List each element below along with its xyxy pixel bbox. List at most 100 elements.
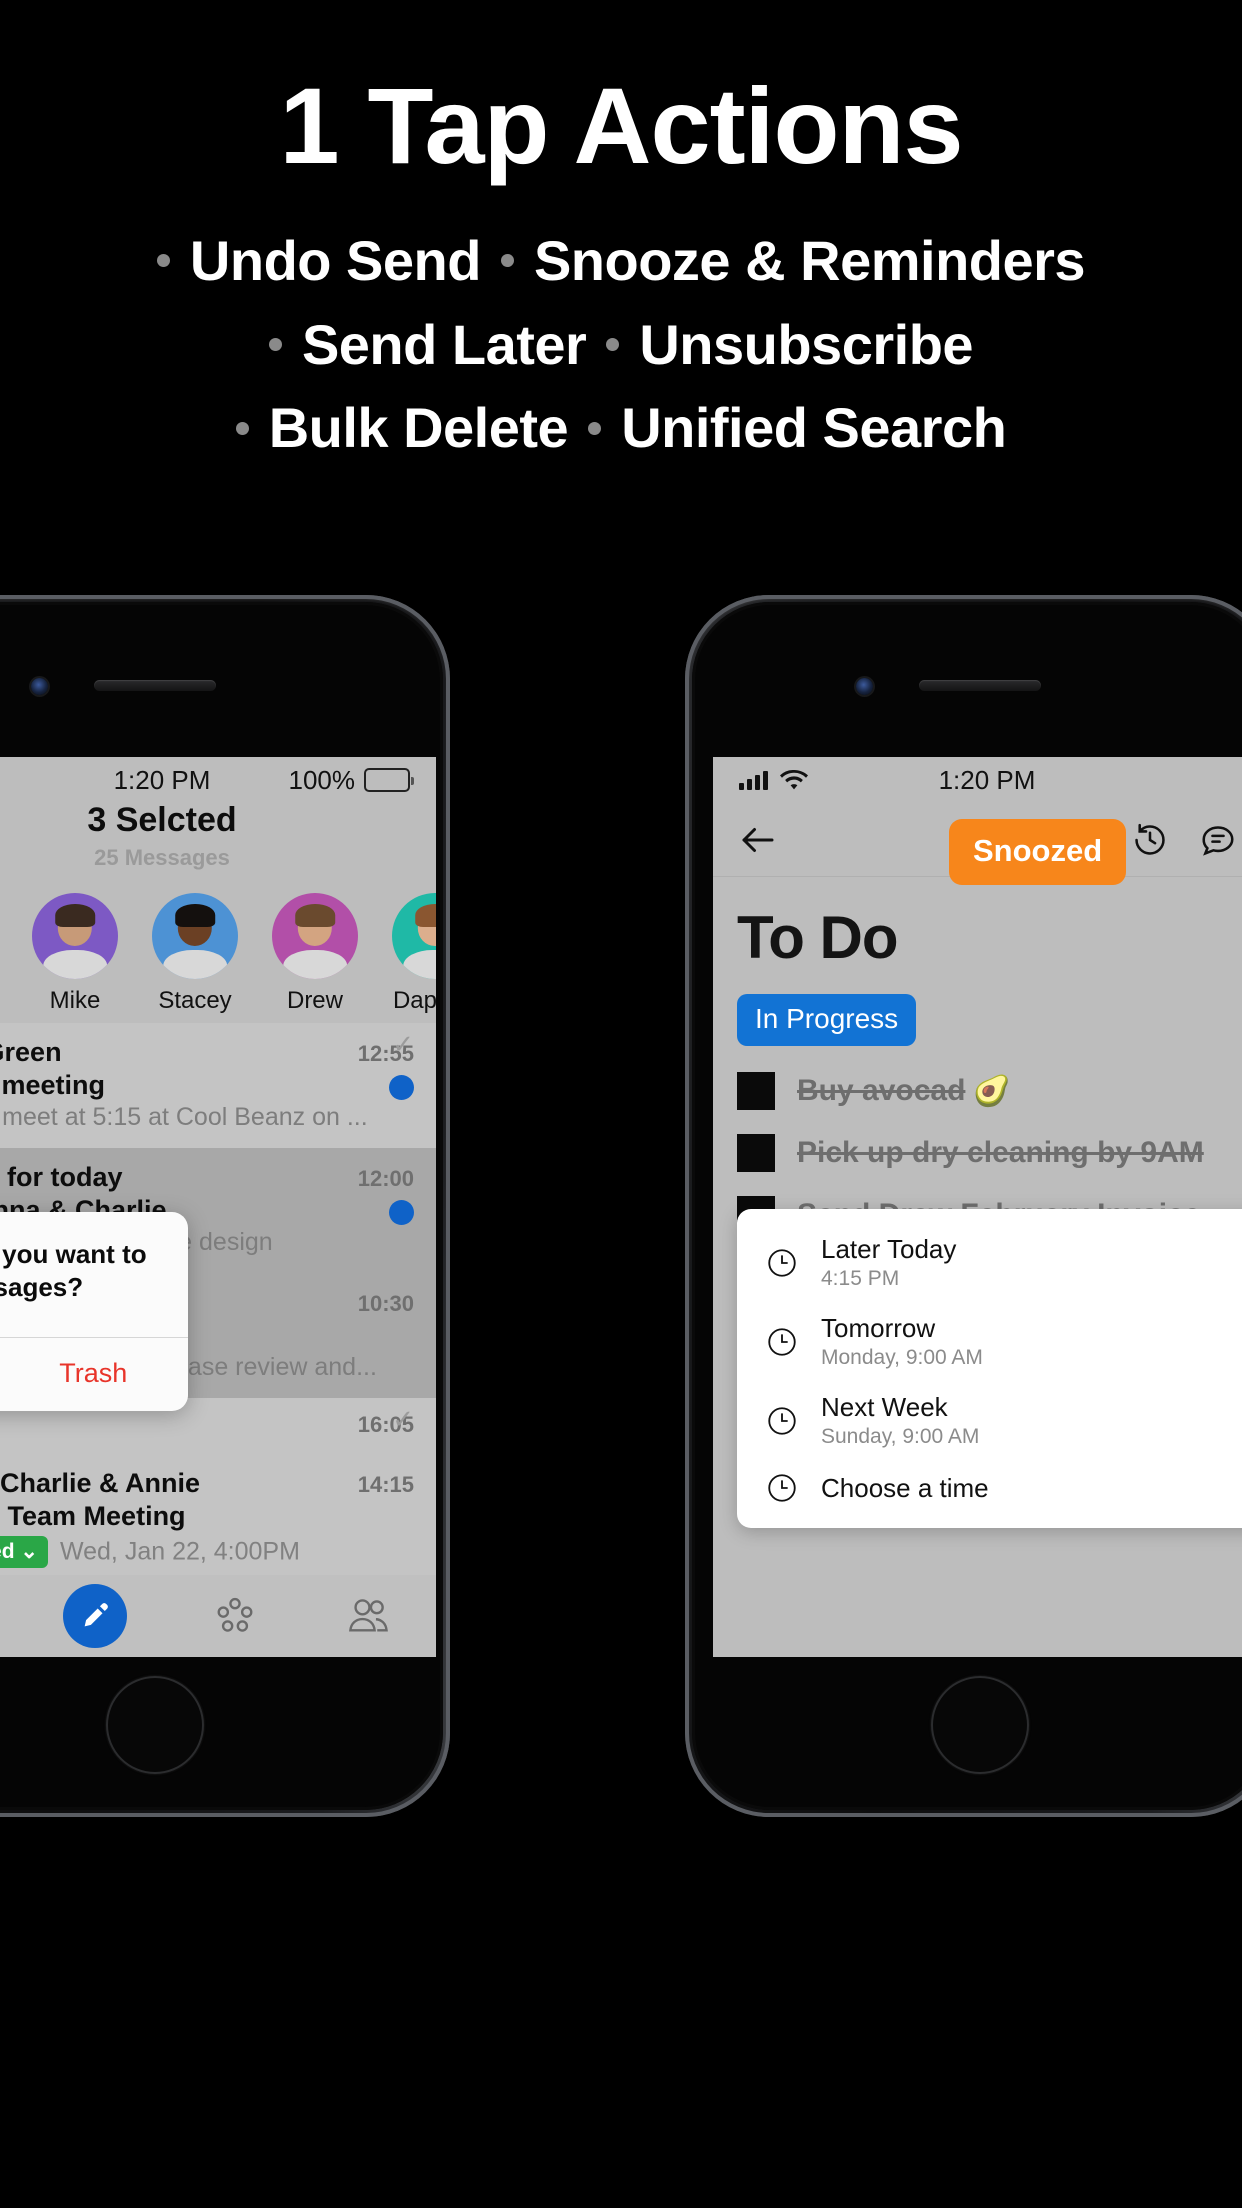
message-snippet: Want to meet at 5:15 at Cool Beanz on ..… <box>0 1103 368 1131</box>
signal-icon <box>739 770 768 790</box>
avatar-cell[interactable]: Drew <box>256 893 374 1015</box>
phone-bezel: 1:20 PM Snoozed To Do In Progress Buy av… <box>692 602 1242 1810</box>
unread-dot-icon <box>389 1200 414 1225</box>
message-sender: Angie, Charlie & Annie <box>0 1468 201 1498</box>
dialog-buttons: Cancel Trash <box>0 1337 188 1411</box>
snooze-option-title: Tomorrow <box>821 1313 936 1343</box>
feature-label: Bulk Delete <box>268 396 569 460</box>
selection-subtitle: 25 Messages <box>94 845 230 870</box>
todo-emoji: 🥑 <box>973 1074 1011 1108</box>
clock-icon <box>765 1325 799 1359</box>
message-row[interactable]: ✓Drew Green12:55Coffee meetingWant to me… <box>0 1023 436 1148</box>
status-time: 1:20 PM <box>938 764 1036 795</box>
feature-label: Unified Search <box>621 396 1007 460</box>
back-arrow-icon[interactable] <box>737 819 779 861</box>
bullet-dot-icon <box>588 421 602 435</box>
feature-label: Send Later <box>301 312 587 376</box>
snooze-menu[interactable]: Later Today 4:15 PM Tomorrow Monday, 9:00 A… <box>737 1209 1242 1528</box>
feature-label: Undo Send <box>189 229 482 292</box>
feature-label: Snooze & Reminders <box>533 229 1086 292</box>
avatar[interactable] <box>32 893 118 979</box>
front-camera-icon <box>856 678 873 695</box>
snooze-option[interactable]: Later Today 4:15 PM <box>737 1223 1242 1302</box>
checkbox-icon[interactable] <box>737 1072 775 1110</box>
status-bar: 1:20 PM 100% <box>0 757 436 803</box>
people-icon[interactable] <box>343 1590 395 1642</box>
todo-row[interactable]: Buy avocad 🥑 <box>713 1060 1242 1122</box>
status-badge: In Progress <box>737 994 917 1046</box>
bullet-dot-icon <box>606 338 620 351</box>
snooze-option[interactable]: Next Week Sunday, 9:00 AM <box>737 1381 1242 1460</box>
bottom-tab-bar[interactable] <box>0 1575 436 1657</box>
message-subject: Design Team Meeting <box>0 1501 186 1531</box>
avatar-cell[interactable]: Charlie <box>0 893 14 1015</box>
snooze-option-title: Choose a time <box>821 1472 989 1503</box>
message-sender: Drew Green <box>0 1037 62 1067</box>
promo-screenshot: 1 Tap Actions Undo Send Snooze & Reminder… <box>0 0 1242 2208</box>
bullet-dot-icon <box>235 421 249 435</box>
phone-mockup-left: 1:20 PM 100% 3 Selcted 25 Messages Charl… <box>0 595 450 1817</box>
snooze-option-detail: 4:15 PM <box>821 1267 900 1290</box>
dialog-message: Are you sure you want to trash 25 Messag… <box>0 1239 147 1302</box>
right-screen: 1:20 PM Snoozed To Do In Progress Buy av… <box>713 757 1242 1657</box>
avatar-name: Mike <box>49 987 101 1014</box>
clock-icon <box>765 1471 799 1505</box>
avatar-cell[interactable]: Mike <box>16 893 134 1015</box>
bundles-icon[interactable] <box>209 1590 261 1642</box>
status-bar: 1:20 PM <box>713 757 1242 803</box>
avatar-row: Charlie Mike Stacey Drew Daphne <box>0 871 436 1023</box>
avatar[interactable] <box>272 893 358 979</box>
snooze-option-title: Next Week <box>821 1392 948 1422</box>
snooze-option-detail: Monday, 9:00 AM <box>821 1346 983 1369</box>
clock-icon <box>765 1246 799 1280</box>
selection-title: 3 Selcted <box>87 801 237 839</box>
selected-check-icon: ✓ <box>392 1029 414 1059</box>
snooze-option[interactable]: Choose a time <box>737 1460 1242 1516</box>
home-button[interactable] <box>106 1676 204 1774</box>
phone-mockup-right: 1:20 PM Snoozed To Do In Progress Buy av… <box>685 595 1242 1817</box>
avatar[interactable] <box>152 893 238 979</box>
compose-button[interactable] <box>63 1584 127 1648</box>
earpiece-speaker <box>919 680 1041 691</box>
message-subject: Coffee meeting <box>0 1070 106 1100</box>
message-time: 10:30 <box>357 1291 414 1316</box>
checkbox-icon[interactable] <box>737 1134 775 1172</box>
clock-icon <box>765 1404 799 1438</box>
page-heading: To Do <box>737 904 899 971</box>
feature-line: Send Later Unsubscribe <box>0 312 1242 376</box>
trash-confirm-dialog: Are you sure you want to trash 25 Messag… <box>0 1212 188 1411</box>
avatar-name: Daphne <box>392 987 436 1014</box>
message-time: 14:15 <box>357 1472 414 1497</box>
page-title: 1 Tap Actions <box>279 65 963 186</box>
avatar-cell[interactable]: Stacey <box>136 893 254 1015</box>
unread-dot-icon <box>389 1075 414 1100</box>
snooze-option-title: Later Today <box>821 1234 957 1264</box>
battery-indicator: 100% <box>289 765 414 796</box>
avatar-cell[interactable]: Daphne <box>376 893 436 1015</box>
rsvp-badge[interactable]: Accepted ⌄ <box>0 1536 48 1568</box>
todo-label: Pick up dry cleaning by 9AM <box>797 1136 1204 1169</box>
feature-line: Undo Send Snooze & Reminders <box>0 232 1242 290</box>
feature-list: Undo Send Snooze & Reminders Send Later Uns… <box>0 232 1242 457</box>
snooze-option[interactable]: Tomorrow Monday, 9:00 AM <box>737 1302 1242 1381</box>
bullet-dot-icon <box>156 254 170 268</box>
home-button[interactable] <box>931 1676 1029 1774</box>
history-icon[interactable] <box>1131 821 1169 859</box>
bullet-dot-icon <box>268 338 282 351</box>
snooze-option-detail: Sunday, 9:00 AM <box>821 1425 980 1448</box>
snoozed-badge: Snoozed <box>949 819 1127 885</box>
front-camera-icon <box>31 678 48 695</box>
wifi-icon <box>780 769 808 791</box>
phone-bezel: 1:20 PM 100% 3 Selcted 25 Messages Charl… <box>0 602 443 1810</box>
avatar-name: Drew <box>286 987 343 1014</box>
trash-button[interactable]: Trash <box>0 1338 188 1411</box>
hero-section: 1 Tap Actions Undo Send Snooze & Reminder… <box>0 0 1242 600</box>
todo-row[interactable]: Pick up dry cleaning by 9AM <box>713 1122 1242 1184</box>
left-screen: 1:20 PM 100% 3 Selcted 25 Messages Charl… <box>0 757 436 1657</box>
message-sender: To Dos for today <box>0 1162 123 1192</box>
comment-icon[interactable] <box>1199 821 1237 859</box>
status-time: 1:20 PM <box>113 764 211 795</box>
avatar[interactable] <box>392 893 436 979</box>
message-row[interactable]: Angie, Charlie & Annie 14:15 Design Team M… <box>0 1454 436 1584</box>
battery-icon <box>364 768 414 792</box>
